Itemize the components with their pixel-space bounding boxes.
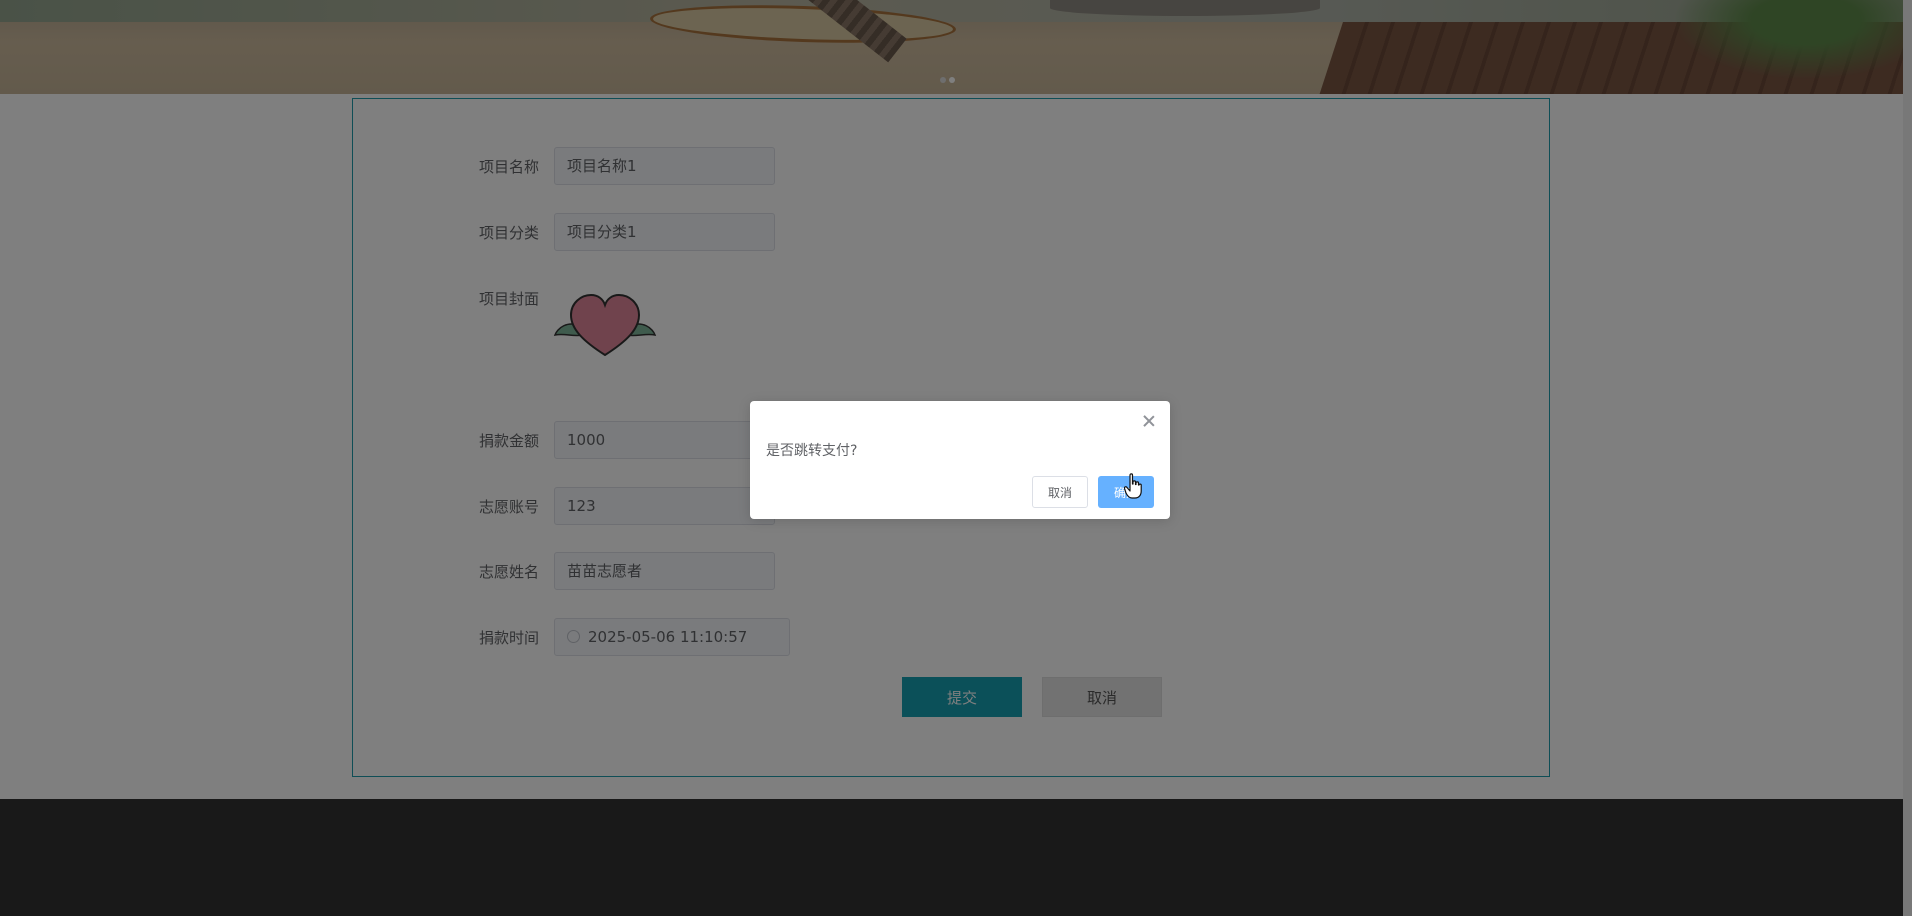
payment-confirm-dialog: 是否跳转支付? 取消 确定	[750, 401, 1170, 519]
close-icon[interactable]	[1142, 414, 1156, 428]
dialog-message: 是否跳转支付?	[766, 443, 858, 459]
hand-pointer-icon	[1124, 473, 1142, 499]
dialog-cancel-button[interactable]: 取消	[1032, 476, 1088, 508]
